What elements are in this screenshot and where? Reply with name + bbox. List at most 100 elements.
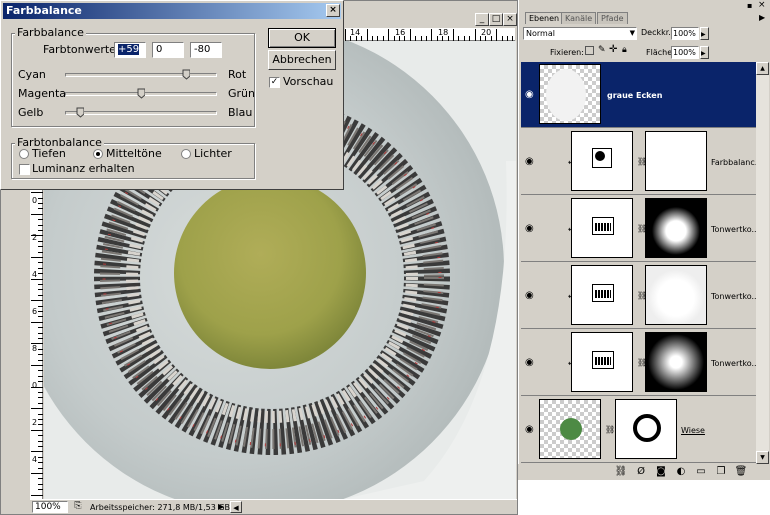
layer-style-icon[interactable]: Ø (634, 465, 648, 479)
ruler-tick (31, 473, 43, 474)
minimize-button[interactable]: _ (475, 13, 489, 26)
layer-name[interactable]: Wiese (681, 426, 705, 435)
ruler-tick (31, 192, 43, 194)
ruler-label: 8 (32, 344, 38, 353)
doc-info-icon[interactable]: ⎘ (72, 501, 84, 513)
dialog-close-button[interactable]: × (326, 4, 340, 17)
layer-row-graue-ecken[interactable]: ◉ graue Ecken (521, 62, 757, 128)
layer-name[interactable]: Tonwertko... (711, 292, 759, 301)
lock-transparency-icon[interactable] (585, 46, 594, 55)
ruler-tick (453, 29, 454, 41)
status-bar: 100% ⎘ Arbeitsspeicher: 271,8 MB/1,53 GB… (30, 499, 517, 514)
opacity-arrow[interactable]: ▶ (700, 27, 709, 40)
radio-tiefen[interactable] (19, 149, 29, 159)
ruler-tick (31, 213, 43, 215)
ruler-tick (38, 381, 43, 383)
blend-mode-select[interactable]: Normal ▼ (523, 27, 637, 40)
scroll-left-button[interactable]: ◀ (230, 501, 242, 513)
lock-move-icon[interactable]: ✛ (609, 44, 617, 55)
new-group-icon[interactable]: ▭ (694, 465, 708, 479)
visibility-eye-icon[interactable]: ◉ (525, 156, 534, 167)
ruler-tick (38, 262, 43, 264)
value-field-magenta-green[interactable]: 0 (152, 42, 184, 58)
radio-lichter[interactable] (181, 149, 191, 159)
slider-track[interactable] (65, 73, 217, 77)
layers-footer: ⛓︎ Ø ◙ ◐ ▭ ❐ 🗑︎ (518, 464, 770, 480)
layer-row-tonwertkorrektur-1[interactable]: ◉ ↲ ⛓︎ Tonwertko... (521, 196, 759, 262)
tab-pfade[interactable]: Pfade (597, 12, 628, 24)
radio-tiefen-label: Tiefen (32, 147, 66, 160)
panel-close-icon[interactable]: × (758, 0, 766, 10)
slider-right-label: Rot (228, 68, 247, 81)
layer-name[interactable]: Tonwertko... (711, 225, 759, 234)
ruler-tick (38, 327, 43, 329)
ruler-tick (38, 359, 43, 361)
tab-kanaele[interactable]: Kanäle (561, 12, 597, 24)
visibility-eye-icon[interactable]: ◉ (525, 424, 534, 435)
slider-thumb[interactable] (182, 69, 190, 80)
ruler-tick (38, 338, 43, 339)
layer-row-wiese[interactable]: ◉ ⛓︎ Wiese (521, 397, 757, 463)
layer-name[interactable]: Farbbalanc... (711, 158, 762, 167)
new-layer-icon[interactable]: ❐ (714, 465, 728, 479)
layer-thumbnail (539, 399, 601, 459)
layers-scrollbar[interactable]: ▲ ▼ (756, 62, 769, 464)
close-document-button[interactable]: × (503, 13, 517, 26)
luminance-checkbox[interactable] (19, 164, 30, 175)
delete-layer-icon[interactable]: 🗑︎ (734, 465, 748, 479)
visibility-eye-icon[interactable]: ◉ (525, 290, 534, 301)
preview-label: Vorschau (283, 75, 334, 88)
ruler-tick (31, 278, 43, 280)
radio-mitteltoene[interactable] (93, 149, 103, 159)
ruler-tick (409, 29, 411, 41)
value-field-yellow-blue[interactable]: -80 (190, 42, 222, 58)
adjustment-thumbnail (571, 198, 633, 258)
slider-left-label: Gelb (18, 106, 44, 119)
value-field-cyan-red[interactable]: +59 (114, 42, 146, 58)
document-titlebar: _ □ × (345, 12, 517, 28)
fill-field[interactable]: 100% (671, 46, 699, 59)
add-mask-icon[interactable]: ◙ (654, 465, 668, 479)
slider-track[interactable] (65, 111, 217, 115)
visibility-eye-icon[interactable]: ◉ (525, 223, 534, 234)
cancel-button[interactable]: Abbrechen (268, 50, 336, 70)
mask-thumbnail (645, 265, 707, 325)
ruler-tick (38, 289, 43, 291)
farbbalance-dialog: Farbbalance × Farbbalance Farbtonwerte: … (0, 0, 344, 190)
panel-menu-icon[interactable]: ▪ (747, 1, 752, 10)
slider-left-label: Magenta (18, 87, 67, 100)
opacity-field[interactable]: 100% (671, 27, 699, 40)
layer-name[interactable]: Tonwertko... (711, 359, 759, 368)
slider-thumb[interactable] (137, 88, 145, 99)
ruler-tick (38, 413, 43, 415)
fill-arrow[interactable]: ▶ (700, 46, 709, 59)
layer-row-tonwertkorrektur-3[interactable]: ◉ ↲ ⛓︎ Tonwertko... (521, 330, 759, 396)
chain-link-icon[interactable]: ⛓︎ (605, 425, 615, 434)
slider-thumb[interactable] (76, 107, 85, 118)
visibility-eye-icon[interactable]: ◉ (525, 357, 534, 368)
lock-brush-icon[interactable]: ✎ (598, 45, 606, 55)
radio-mitteltoene-label: Mitteltöne (106, 147, 162, 160)
new-adjustment-icon[interactable]: ◐ (674, 465, 688, 479)
status-menu-arrow[interactable]: ▶ (218, 501, 228, 513)
ruler-tick (31, 408, 43, 410)
layer-name[interactable]: graue Ecken (607, 91, 662, 100)
zoom-field[interactable]: 100% (32, 501, 68, 513)
tab-ebenen[interactable]: Ebenen (525, 12, 564, 24)
status-text: Arbeitsspeicher: 271,8 MB/1,53 GB (90, 503, 231, 512)
layer-row-farbbalance[interactable]: ◉ ↲ ⛓︎ Farbbalanc... (521, 129, 762, 195)
panel-options-arrow[interactable]: ▶ (759, 13, 765, 22)
ruler-tick (38, 251, 43, 253)
layer-row-tonwertkorrektur-2[interactable]: ◉ ↲ ⛓︎ Tonwertko... (521, 263, 759, 329)
mask-thumbnail (645, 332, 707, 392)
scroll-up-button[interactable]: ▲ (756, 62, 769, 75)
scroll-down-button[interactable]: ▼ (756, 451, 769, 464)
mask-thumbnail (645, 131, 707, 191)
preview-checkbox[interactable]: ✓ (269, 77, 280, 88)
maximize-button[interactable]: □ (489, 13, 503, 26)
link-layers-icon[interactable]: ⛓︎ (614, 465, 628, 479)
lock-all-icon[interactable]: 🔒︎ (622, 45, 627, 55)
ok-button[interactable]: OK (268, 28, 336, 48)
visibility-eye-icon[interactable]: ◉ (525, 89, 534, 100)
opacity-label: Deckkr.: (641, 28, 674, 37)
